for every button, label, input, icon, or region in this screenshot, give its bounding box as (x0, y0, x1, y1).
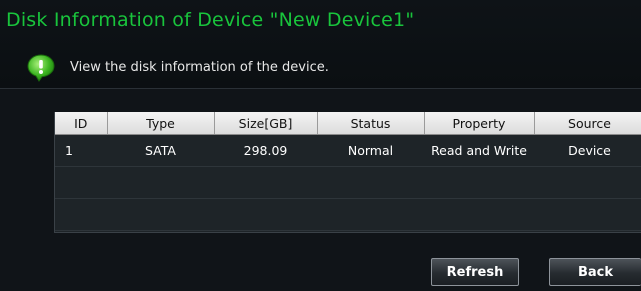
column-header-type[interactable]: Type (107, 112, 215, 135)
table-row[interactable]: 1 SATA 298.09 Normal Read and Write Devi… (55, 134, 641, 167)
refresh-button[interactable]: Refresh (431, 258, 519, 286)
table-header-row: ID Type Size[GB] Status Property Source (55, 112, 641, 135)
cell-size: 298.09 (214, 134, 317, 167)
column-header-property[interactable]: Property (424, 112, 535, 135)
cell-type: SATA (107, 134, 214, 167)
page-title: Disk Information of Device "New Device1" (6, 9, 415, 31)
cell-status: Normal (317, 134, 424, 167)
table-row-empty (55, 166, 641, 199)
cell-id: 1 (55, 134, 107, 167)
page-subtitle: View the disk information of the device. (70, 60, 329, 75)
column-header-id[interactable]: ID (55, 112, 108, 135)
column-header-status[interactable]: Status (317, 112, 425, 135)
column-header-source[interactable]: Source (534, 112, 641, 135)
back-button[interactable]: Back (549, 258, 641, 286)
disk-table: ID Type Size[GB] Status Property Source … (55, 112, 641, 231)
disk-table-container: ID Type Size[GB] Status Property Source … (54, 112, 641, 233)
info-bubble-icon (27, 54, 55, 82)
column-header-size[interactable]: Size[GB] (214, 112, 318, 135)
header: Disk Information of Device "New Device1"… (0, 0, 641, 89)
cell-property: Read and Write (424, 134, 534, 167)
table-row-empty (55, 198, 641, 231)
cell-source: Device (534, 134, 641, 167)
